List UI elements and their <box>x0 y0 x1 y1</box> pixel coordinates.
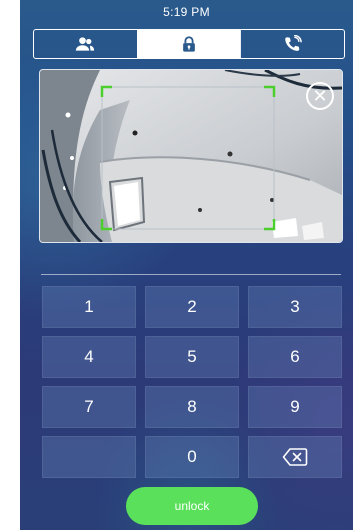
tab-unlock[interactable] <box>136 30 241 58</box>
backspace-icon <box>282 448 308 466</box>
close-icon[interactable]: ✕ <box>306 82 334 110</box>
key-2[interactable]: 2 <box>145 286 239 328</box>
tab-contacts[interactable] <box>34 30 137 58</box>
key-3[interactable]: 3 <box>248 286 342 328</box>
key-4[interactable]: 4 <box>42 336 136 378</box>
backspace-key[interactable] <box>248 436 342 478</box>
keypad: 1 2 3 4 5 6 7 8 9 0 <box>42 286 342 478</box>
key-6[interactable]: 6 <box>248 336 342 378</box>
key-1[interactable]: 1 <box>42 286 136 328</box>
lock-icon <box>183 36 195 52</box>
key-blank <box>42 436 136 478</box>
key-9[interactable]: 9 <box>248 386 342 428</box>
camera-preview: ✕ <box>39 69 343 243</box>
tab-bar <box>33 29 345 59</box>
key-8[interactable]: 8 <box>145 386 239 428</box>
intercom-screen: 5:19 PM ✕ 1 2 3 4 5 6 7 8 9 0 unlock <box>20 0 353 530</box>
phone-call-icon <box>284 35 302 51</box>
status-time: 5:19 PM <box>163 5 210 19</box>
contacts-icon <box>76 37 95 51</box>
key-7[interactable]: 7 <box>42 386 136 428</box>
unlock-button[interactable]: unlock <box>126 487 258 525</box>
camera-feed-image <box>40 70 342 242</box>
key-0[interactable]: 0 <box>145 436 239 478</box>
divider <box>41 274 341 275</box>
tab-call[interactable] <box>240 30 344 58</box>
key-5[interactable]: 5 <box>145 336 239 378</box>
